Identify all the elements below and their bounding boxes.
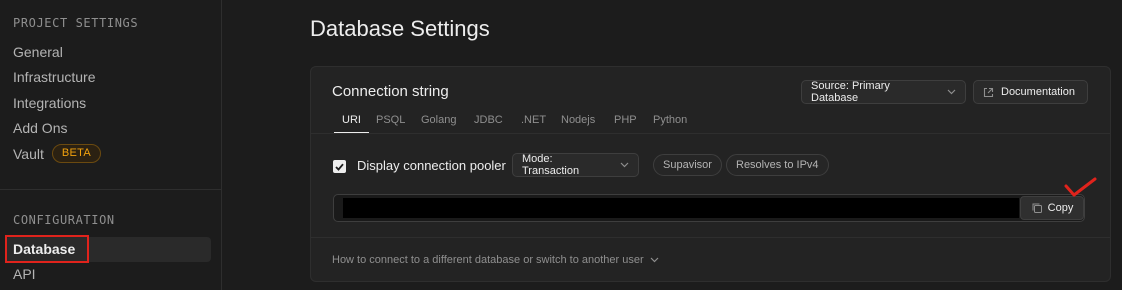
source-select-label: Source: Primary Database bbox=[811, 80, 890, 104]
connection-string-title: Connection string bbox=[332, 83, 449, 100]
tab-python[interactable]: Python bbox=[653, 114, 687, 134]
annotation-highlight-box bbox=[5, 235, 89, 263]
ipv4-badge: Resolves to IPv4 bbox=[726, 154, 829, 176]
supavisor-badge: Supavisor bbox=[653, 154, 722, 176]
pooler-label: Display connection pooler bbox=[357, 158, 506, 173]
external-link-icon bbox=[983, 87, 994, 98]
copy-icon bbox=[1031, 202, 1043, 214]
configuration-heading: CONFIGURATION bbox=[13, 213, 115, 227]
panel-footer-divider bbox=[311, 237, 1110, 238]
switch-database-help[interactable]: How to connect to a different database o… bbox=[332, 254, 659, 266]
project-settings-heading: PROJECT SETTINGS bbox=[13, 16, 139, 30]
documentation-button[interactable]: Documentation bbox=[973, 80, 1088, 104]
sidebar-item-add-ons[interactable]: Add Ons bbox=[13, 120, 67, 136]
tab-jdbc[interactable]: JDBC bbox=[474, 114, 503, 134]
annotation-checkmark-icon bbox=[1064, 177, 1097, 197]
chevron-down-icon bbox=[947, 87, 956, 98]
documentation-label: Documentation bbox=[1001, 86, 1075, 98]
connection-string-panel: Connection string Source: Primary Databa… bbox=[310, 66, 1111, 282]
copy-label: Copy bbox=[1047, 202, 1074, 214]
tab-uri[interactable]: URI bbox=[334, 114, 369, 134]
tab-golang[interactable]: Golang bbox=[421, 114, 456, 134]
tab-dotnet[interactable]: .NET bbox=[521, 114, 546, 134]
help-text-label: How to connect to a different database o… bbox=[332, 254, 644, 266]
chevron-down-icon bbox=[650, 257, 659, 263]
tab-nodejs[interactable]: Nodejs bbox=[561, 114, 595, 134]
beta-badge: BETA bbox=[51, 144, 101, 163]
tab-psql[interactable]: PSQL bbox=[376, 114, 405, 134]
page-title: Database Settings bbox=[310, 16, 490, 41]
sidebar: PROJECT SETTINGS General Infrastructure … bbox=[0, 0, 222, 290]
sidebar-item-infrastructure[interactable]: Infrastructure bbox=[13, 69, 95, 85]
sidebar-item-api[interactable]: API bbox=[13, 266, 36, 282]
connection-string-field[interactable]: Copy bbox=[333, 194, 1085, 222]
sidebar-item-vault-label: Vault bbox=[13, 145, 44, 162]
chevron-down-icon bbox=[620, 160, 629, 171]
tab-php[interactable]: PHP bbox=[614, 114, 637, 134]
mode-select[interactable]: Mode: Transaction bbox=[512, 153, 639, 177]
sidebar-item-vault[interactable]: Vault BETA bbox=[13, 144, 101, 163]
connection-pooler-checkbox[interactable] bbox=[333, 160, 346, 173]
panel-header-divider bbox=[311, 133, 1110, 134]
sidebar-item-general[interactable]: General bbox=[13, 44, 63, 60]
sidebar-item-integrations[interactable]: Integrations bbox=[13, 95, 86, 111]
redacted-connection-string bbox=[343, 198, 1019, 218]
source-select[interactable]: Source: Primary Database bbox=[801, 80, 966, 104]
sidebar-divider bbox=[0, 189, 222, 190]
mode-select-label: Mode: Transaction bbox=[522, 153, 580, 177]
